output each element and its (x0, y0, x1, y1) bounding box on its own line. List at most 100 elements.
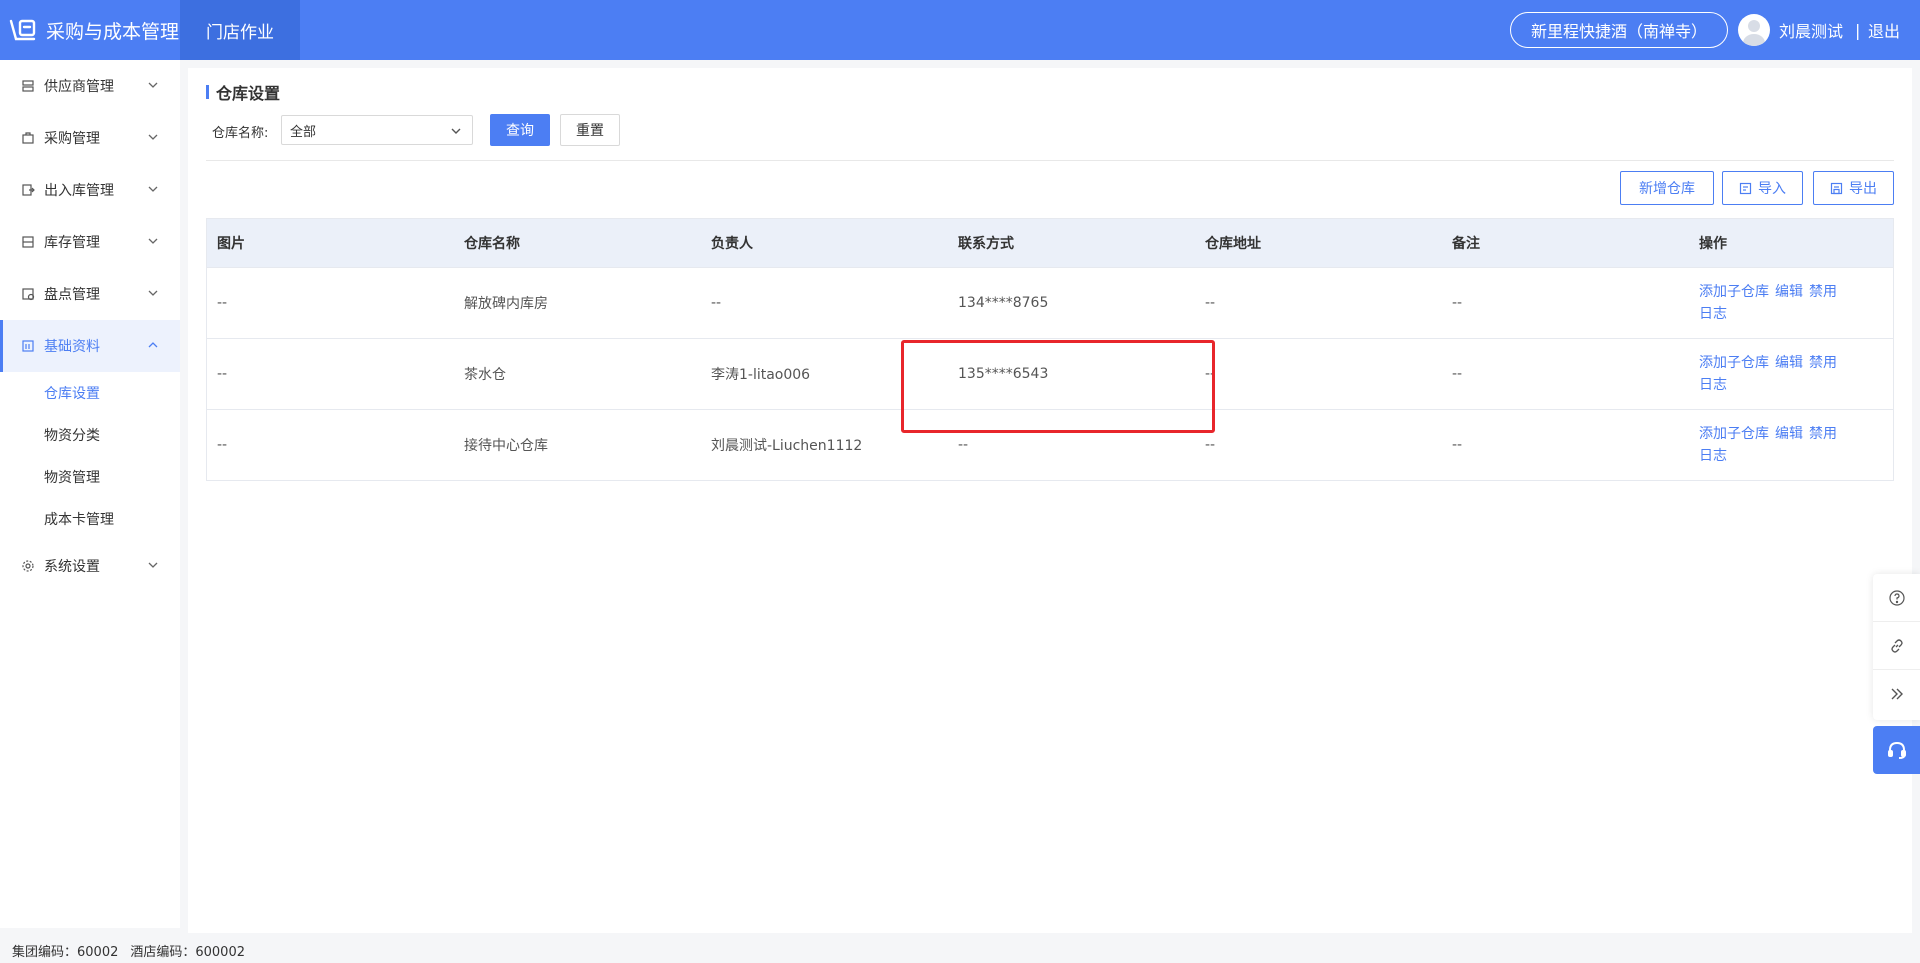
headset-icon (1887, 741, 1906, 759)
table-cell: -- (1452, 295, 1463, 311)
main-content: 仓库设置 仓库名称: 全部 查询 重置 新增仓库 导入 导出 图片 仓库名称 负… (188, 68, 1912, 933)
table-cell: 解放碑内库房 (464, 296, 548, 312)
import-button[interactable]: 导入 (1722, 171, 1803, 205)
sidebar-item-stock[interactable]: 库存管理 (0, 216, 180, 268)
log-link[interactable]: 日志 (1699, 448, 1727, 464)
hotel-code: 酒店编码：600002 (130, 944, 245, 960)
row-actions: 添加子仓库 编辑 禁用日志 (1699, 423, 1859, 467)
sidebar-item-label: 基础资料 (44, 339, 100, 355)
table-cell-ops: 添加子仓库 编辑 禁用日志 (1689, 423, 1895, 467)
sidebar-item-label: 库存管理 (44, 235, 100, 251)
user-name[interactable]: 刘晨测试 (1779, 0, 1843, 60)
add-warehouse-label: 新增仓库 (1639, 181, 1695, 197)
link-icon (1890, 638, 1903, 653)
supplier-icon (20, 78, 36, 94)
nav-tab-store-ops[interactable]: 门店作业 (180, 0, 300, 60)
chevron-down-icon (148, 82, 158, 88)
edit-link[interactable]: 编辑 (1775, 426, 1803, 442)
column-header: 仓库地址 (1205, 236, 1261, 252)
warehouse-select[interactable]: 全部 (281, 115, 473, 145)
table-cell-ops: 添加子仓库 编辑 禁用日志 (1689, 281, 1895, 325)
table-cell: -- (1452, 437, 1463, 453)
chevron-down-icon (148, 186, 158, 192)
export-icon (1830, 182, 1843, 194)
sidebar-subitem-cost-card[interactable]: 成本卡管理 (0, 498, 180, 540)
page-title: 仓库设置 (206, 82, 280, 103)
footer: 集团编码：60002 酒店编码：600002 (12, 940, 245, 960)
table-row: -- 解放碑内库房 -- 134****8765 -- -- 添加子仓库 编辑 禁用… (207, 267, 1893, 338)
sidebar-item-inout[interactable]: 出入库管理 (0, 164, 180, 216)
disable-link[interactable]: 禁用 (1809, 284, 1837, 300)
export-label: 导出 (1849, 181, 1877, 197)
sidebar-item-supplier[interactable]: 供应商管理 (0, 60, 180, 112)
log-link[interactable]: 日志 (1699, 377, 1727, 393)
add-child-warehouse-link[interactable]: 添加子仓库 (1699, 355, 1769, 371)
reset-button[interactable]: 重置 (560, 114, 620, 146)
logout-link[interactable]: 退出 (1868, 0, 1900, 60)
group-code: 集团编码：60002 (12, 944, 119, 960)
edit-link[interactable]: 编辑 (1775, 284, 1803, 300)
add-warehouse-button[interactable]: 新增仓库 (1620, 171, 1714, 205)
column-header: 联系方式 (958, 236, 1014, 252)
chevron-down-icon (148, 134, 158, 140)
sidebar-subitem-material[interactable]: 物资管理 (0, 456, 180, 498)
app-logo[interactable]: 采购与成本管理 (8, 0, 179, 60)
app-title: 采购与成本管理 (46, 20, 180, 43)
chevron-down-icon (148, 290, 158, 296)
link-button[interactable] (1873, 622, 1920, 670)
sidebar-item-label: 采购管理 (44, 131, 100, 147)
table-cell: -- (711, 295, 722, 311)
column-header: 备注 (1452, 236, 1480, 252)
column-header: 仓库名称 (464, 236, 520, 252)
inout-icon (20, 182, 36, 198)
top-header: 采购与成本管理 门店作业 新里程快捷酒（南禅寺） 刘晨测试 | 退出 (0, 0, 1920, 60)
table-row: -- 茶水仓 李涛1-litao006 135****6543 -- -- 添加… (207, 338, 1893, 409)
avatar[interactable] (1738, 14, 1770, 46)
table-cell: -- (1205, 437, 1216, 453)
export-button[interactable]: 导出 (1813, 171, 1894, 205)
table-cell: 茶水仓 (464, 367, 506, 383)
add-child-warehouse-link[interactable]: 添加子仓库 (1699, 284, 1769, 300)
table-cell: 接待中心仓库 (464, 438, 548, 454)
sidebar-item-inventory-check[interactable]: 盘点管理 (0, 268, 180, 320)
table-header: 图片 仓库名称 负责人 联系方式 仓库地址 备注 操作 (207, 219, 1893, 267)
table-cell-ops: 添加子仓库 编辑 禁用日志 (1689, 352, 1895, 396)
import-label: 导入 (1758, 181, 1786, 197)
disable-link[interactable]: 禁用 (1809, 426, 1837, 442)
sidebar-subitem-warehouse[interactable]: 仓库设置 (0, 372, 180, 414)
add-child-warehouse-link[interactable]: 添加子仓库 (1699, 426, 1769, 442)
inventory-check-icon (20, 286, 36, 302)
column-header: 负责人 (711, 236, 753, 252)
collapse-button[interactable] (1873, 670, 1920, 718)
header-separator: | (1855, 20, 1861, 40)
chevron-down-icon (451, 128, 461, 134)
table-cell: -- (1205, 295, 1216, 311)
customer-service-button[interactable] (1873, 726, 1920, 774)
table-cell: -- (1452, 366, 1463, 382)
sidebar-item-purchase[interactable]: 采购管理 (0, 112, 180, 164)
row-actions: 添加子仓库 编辑 禁用日志 (1699, 281, 1859, 325)
table-cell: 李涛1-litao006 (711, 367, 811, 383)
sidebar: 供应商管理 采购管理 出入库管理 库存管理 盘点管理 基础资料 仓库设置 物资分… (0, 60, 180, 928)
column-header: 操作 (1699, 236, 1727, 252)
chevron-up-icon (148, 342, 158, 348)
filter-label: 仓库名称: (212, 125, 269, 141)
help-button[interactable] (1873, 574, 1920, 622)
sidebar-item-basic-data[interactable]: 基础资料 (0, 320, 180, 372)
column-header: 图片 (217, 236, 245, 252)
hotel-switch-button[interactable]: 新里程快捷酒（南禅寺） (1510, 12, 1728, 48)
basic-data-icon (20, 338, 36, 354)
logo-icon (9, 19, 36, 41)
sidebar-item-settings[interactable]: 系统设置 (0, 540, 180, 592)
table-cell: -- (217, 437, 228, 453)
disable-link[interactable]: 禁用 (1809, 355, 1837, 371)
sidebar-item-label: 出入库管理 (44, 183, 114, 199)
table-cell: -- (217, 366, 228, 382)
gear-icon (20, 558, 36, 574)
edit-link[interactable]: 编辑 (1775, 355, 1803, 371)
sidebar-subitem-category[interactable]: 物资分类 (0, 414, 180, 456)
sidebar-item-label: 供应商管理 (44, 79, 114, 95)
query-button[interactable]: 查询 (490, 114, 550, 146)
float-toolbar (1873, 574, 1920, 720)
log-link[interactable]: 日志 (1699, 306, 1727, 322)
